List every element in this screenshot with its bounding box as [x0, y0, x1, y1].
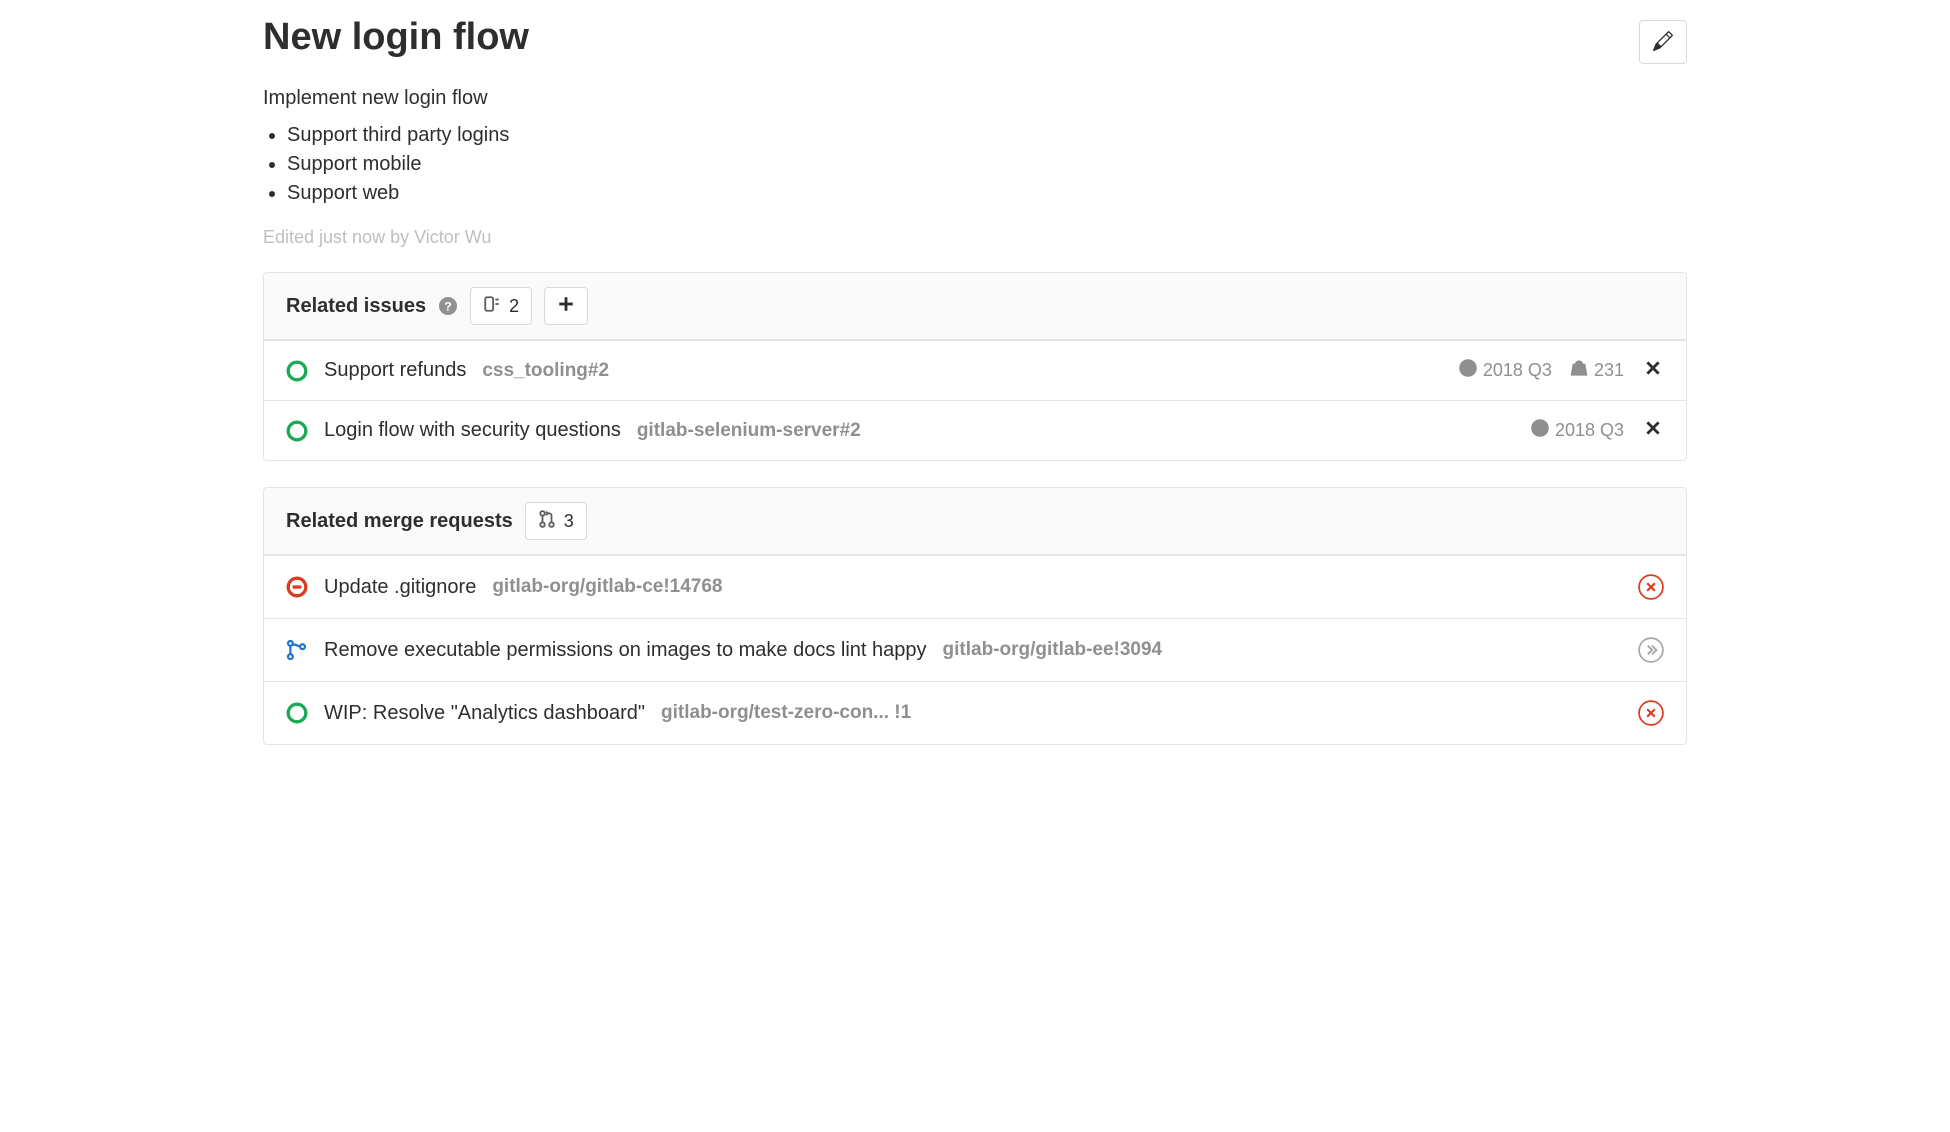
pencil-icon	[1653, 31, 1673, 54]
related-issues-title: Related issues	[286, 295, 426, 318]
related-issue-row: Login flow with security questions gitla…	[264, 400, 1686, 460]
weight-label: 231	[1594, 360, 1624, 381]
requirements-list: Support third party logins Support mobil…	[287, 124, 1687, 205]
related-issues-header: Related issues ? 2	[264, 273, 1686, 340]
weight-icon	[1570, 359, 1588, 382]
weight: 231	[1570, 359, 1624, 382]
pipeline-failed-icon[interactable]	[1638, 700, 1664, 726]
related-mr-row: WIP: Resolve "Analytics dashboard" gitla…	[264, 681, 1686, 744]
open-mr-icon	[286, 702, 308, 724]
mr-reference[interactable]: gitlab-org/test-zero-con... !1	[661, 702, 911, 724]
related-mrs-panel: Related merge requests 3 Update .gitigno…	[263, 487, 1687, 745]
milestone: 2018 Q3	[1531, 419, 1624, 442]
list-item: Support mobile	[287, 153, 1687, 176]
related-issues-count: 2	[470, 287, 532, 325]
issue-title[interactable]: Support refunds	[324, 359, 466, 382]
mr-title[interactable]: Update .gitignore	[324, 576, 476, 599]
issue-reference[interactable]: gitlab-selenium-server#2	[637, 420, 861, 442]
related-mr-row: Update .gitignore gitlab-org/gitlab-ce!1…	[264, 555, 1686, 618]
remove-related-issue-button[interactable]	[1642, 360, 1664, 382]
related-mrs-title: Related merge requests	[286, 510, 513, 533]
related-issue-row: Support refunds css_tooling#2 2018 Q3 23…	[264, 340, 1686, 400]
mr-title[interactable]: WIP: Resolve "Analytics dashboard"	[324, 702, 645, 725]
help-icon[interactable]: ?	[438, 296, 458, 316]
mr-reference[interactable]: gitlab-org/gitlab-ce!14768	[492, 576, 722, 598]
description-text: Implement new login flow	[263, 87, 1687, 110]
clock-icon	[1459, 359, 1477, 382]
issue-title[interactable]: Login flow with security questions	[324, 419, 621, 442]
add-related-issue-button[interactable]	[544, 287, 588, 325]
remove-related-issue-button[interactable]	[1642, 420, 1664, 442]
close-icon	[1644, 359, 1662, 383]
close-icon	[1644, 419, 1662, 443]
edited-by-text: Edited just now by Victor Wu	[263, 227, 1687, 248]
closed-mr-icon	[286, 576, 308, 598]
count-value: 3	[564, 511, 574, 532]
mr-title[interactable]: Remove executable permissions on images …	[324, 639, 927, 662]
pipeline-failed-icon[interactable]	[1638, 574, 1664, 600]
svg-text:?: ?	[444, 300, 452, 314]
mr-reference[interactable]: gitlab-org/gitlab-ee!3094	[943, 639, 1163, 661]
milestone: 2018 Q3	[1459, 359, 1552, 382]
open-issue-icon	[286, 420, 308, 442]
page-title: New login flow	[263, 16, 529, 59]
clock-icon	[1531, 419, 1549, 442]
milestone-label: 2018 Q3	[1483, 360, 1552, 381]
list-item: Support web	[287, 182, 1687, 205]
related-issues-panel: Related issues ? 2 Suppo	[263, 272, 1687, 461]
open-issue-icon	[286, 360, 308, 382]
merge-request-icon	[538, 510, 556, 533]
related-mrs-header: Related merge requests 3	[264, 488, 1686, 555]
related-mrs-count: 3	[525, 502, 587, 540]
issue-icon	[483, 295, 501, 318]
issue-reference[interactable]: css_tooling#2	[482, 360, 609, 382]
milestone-label: 2018 Q3	[1555, 420, 1624, 441]
merged-mr-icon	[286, 639, 308, 661]
list-item: Support third party logins	[287, 124, 1687, 147]
edit-button[interactable]	[1639, 20, 1687, 64]
pipeline-skipped-icon[interactable]	[1638, 637, 1664, 663]
plus-icon	[557, 295, 575, 318]
related-mr-row: Remove executable permissions on images …	[264, 618, 1686, 681]
count-value: 2	[509, 296, 519, 317]
